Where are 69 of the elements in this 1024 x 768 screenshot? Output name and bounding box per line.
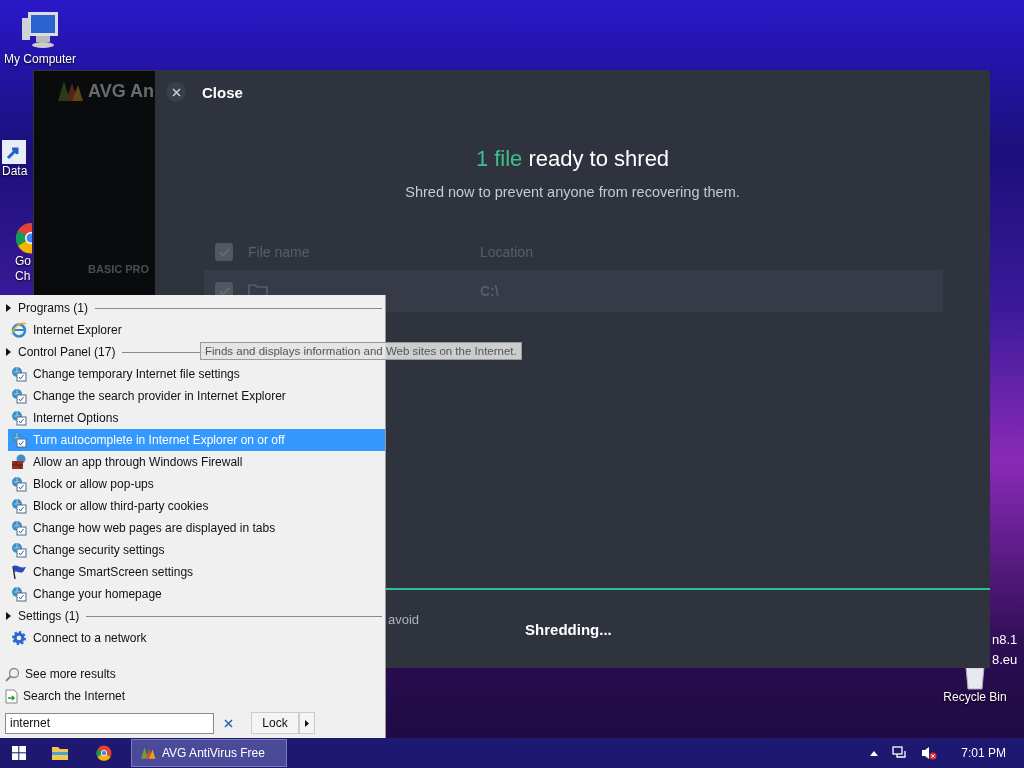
app-logo-text: AVG An bbox=[88, 80, 154, 102]
settings-page-icon bbox=[11, 388, 27, 404]
shred-title: 1 file ready to shred bbox=[474, 146, 671, 172]
close-icon bbox=[224, 718, 233, 728]
desktop-icon-label: Data bbox=[2, 164, 28, 179]
clock[interactable]: 7:01 PM bbox=[961, 746, 1006, 760]
logo-icon bbox=[140, 746, 156, 760]
search-field[interactable]: internet bbox=[5, 712, 214, 734]
search-result[interactable]: Change the search provider in Internet Explorer bbox=[8, 385, 385, 407]
search-result[interactable]: Change your homepage bbox=[8, 583, 385, 605]
search-icon bbox=[5, 666, 20, 682]
firewall-icon bbox=[11, 454, 27, 470]
shred-subtitle: Shred now to prevent anyone from recovering them. bbox=[404, 184, 741, 200]
settings-page-icon bbox=[11, 498, 27, 514]
start-menu-link[interactable]: See more results bbox=[0, 663, 385, 685]
taskbar-window-button[interactable]: AVG AntiVirus Free bbox=[131, 739, 287, 767]
volume-muted-icon[interactable] bbox=[921, 746, 938, 760]
check-icon bbox=[218, 286, 230, 296]
sidebar-label: BASIC PRO bbox=[88, 263, 150, 275]
settings-page-icon bbox=[11, 586, 27, 602]
hint-text: avoid bbox=[388, 612, 420, 627]
desktop-icon-label: Recycle Bin bbox=[943, 690, 1007, 705]
tooltip: Finds and displays information and Web sites on the Internet. bbox=[200, 342, 522, 360]
chrome-icon bbox=[96, 745, 112, 761]
show-hidden-icons-icon[interactable] bbox=[870, 750, 879, 756]
windows-logo-icon bbox=[12, 746, 26, 760]
triangle-right-icon bbox=[305, 719, 309, 727]
close-button[interactable] bbox=[166, 82, 186, 102]
page-arrow-icon bbox=[5, 688, 18, 704]
expand-triangle-icon[interactable] bbox=[6, 304, 11, 312]
settings-page-icon bbox=[11, 476, 27, 492]
status-text: Shredding... bbox=[525, 621, 612, 638]
settings-page-icon bbox=[11, 542, 27, 558]
search-result[interactable]: Internet Explorer bbox=[8, 319, 385, 341]
select-all-checkbox[interactable] bbox=[215, 243, 233, 261]
group-header[interactable]: Settings (1) bbox=[18, 609, 80, 623]
group-header[interactable]: Control Panel (17) bbox=[18, 345, 116, 359]
settings-page-icon bbox=[11, 410, 27, 426]
search-result[interactable]: Block or allow third-party cookies bbox=[8, 495, 385, 517]
desktop-icon-label: My Computer bbox=[4, 52, 76, 67]
search-result[interactable]: Block or allow pop-ups bbox=[8, 473, 385, 495]
settings-page-icon bbox=[11, 520, 27, 536]
search-result[interactable]: Internet Options bbox=[8, 407, 385, 429]
close-icon bbox=[171, 87, 181, 97]
lock-button[interactable]: Lock bbox=[251, 712, 299, 734]
search-result[interactable]: Change SmartScreen settings bbox=[8, 561, 385, 583]
gear-icon bbox=[11, 630, 27, 646]
expand-triangle-icon[interactable] bbox=[6, 612, 11, 620]
desktop-text: 8.eu bbox=[992, 651, 1018, 669]
search-result[interactable]: Change security settings bbox=[8, 539, 385, 561]
shortcut-icon[interactable] bbox=[2, 140, 26, 164]
network-icon[interactable] bbox=[892, 746, 908, 760]
search-result[interactable]: Change temporary Internet file settings bbox=[8, 363, 385, 385]
flag-icon bbox=[11, 564, 27, 580]
desktop-icon-label: Ch bbox=[15, 269, 31, 284]
settings-page-icon bbox=[11, 432, 27, 448]
search-result[interactable]: Change how web pages are displayed in tabs bbox=[8, 517, 385, 539]
search-result[interactable]: Allow an app through Windows Firewall bbox=[8, 451, 385, 473]
settings-page-icon bbox=[11, 366, 27, 382]
desktop-icon-label: Go bbox=[15, 254, 31, 269]
folder-icon bbox=[51, 745, 69, 761]
close-label[interactable]: Close bbox=[202, 83, 243, 101]
expand-triangle-icon[interactable] bbox=[6, 348, 11, 356]
browser-icon bbox=[11, 322, 27, 338]
power-options-button[interactable] bbox=[299, 712, 315, 734]
desktop-text: n8.1 bbox=[992, 631, 1018, 649]
start-menu-link[interactable]: Search the Internet bbox=[0, 685, 385, 707]
search-result[interactable]: Connect to a network bbox=[8, 627, 385, 649]
group-header[interactable]: Programs (1) bbox=[18, 301, 88, 315]
